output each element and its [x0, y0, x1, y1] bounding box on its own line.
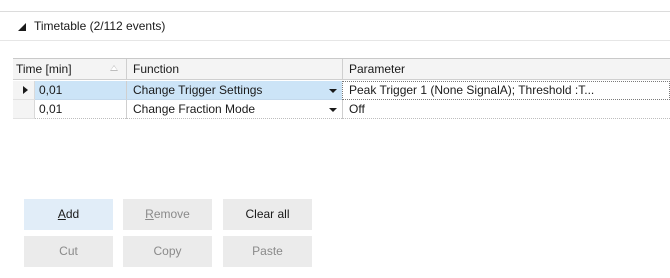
- dropdown-arrow-icon[interactable]: [329, 108, 337, 112]
- column-header-parameter[interactable]: Parameter: [342, 59, 670, 79]
- row-selector[interactable]: [13, 81, 35, 100]
- cut-button[interactable]: Cut: [24, 236, 113, 267]
- remove-button-mnemonic: R: [145, 207, 154, 221]
- parameter-cell[interactable]: Peak Trigger 1 (None SignalA); Threshold…: [342, 81, 670, 100]
- add-button[interactable]: Add: [24, 199, 113, 230]
- grid-header: Time [min] Function Parameter: [13, 59, 670, 80]
- timetable-section-title: Timetable (2/112 events): [34, 19, 166, 33]
- collapse-triangle-icon[interactable]: [18, 22, 26, 31]
- timetable-grid[interactable]: Time [min] Function Parameter 0,01 Chang…: [13, 58, 670, 136]
- paste-button[interactable]: Paste: [223, 236, 312, 267]
- column-header-parameter-label: Parameter: [349, 62, 406, 76]
- timetable-section-header[interactable]: Timetable (2/112 events): [0, 11, 670, 41]
- time-cell[interactable]: 0,01: [35, 100, 126, 119]
- current-row-arrow-icon: [23, 86, 28, 94]
- add-button-label: dd: [65, 207, 80, 221]
- dropdown-arrow-icon[interactable]: [329, 89, 337, 93]
- table-row[interactable]: 0,01 Change Trigger Settings Peak Trigge…: [13, 81, 670, 100]
- function-cell[interactable]: Change Fraction Mode: [126, 100, 342, 119]
- copy-button[interactable]: Copy: [123, 236, 212, 267]
- remove-button-label: emove: [153, 207, 190, 221]
- row-selector[interactable]: [13, 100, 35, 119]
- time-cell[interactable]: 0,01: [35, 81, 126, 100]
- column-header-time-label: Time [min]: [16, 62, 72, 76]
- column-header-function-label: Function: [133, 62, 180, 76]
- table-row[interactable]: 0,01 Change Fraction Mode Off: [13, 100, 670, 119]
- function-cell-value: Change Trigger Settings: [133, 83, 263, 97]
- remove-button[interactable]: Remove: [123, 199, 212, 230]
- sort-ascending-icon: [110, 65, 118, 71]
- function-cell-value: Change Fraction Mode: [133, 102, 256, 116]
- clear-all-button[interactable]: Clear all: [223, 199, 312, 230]
- parameter-cell[interactable]: Off: [342, 100, 670, 119]
- add-button-mnemonic: A: [57, 207, 66, 221]
- function-cell[interactable]: Change Trigger Settings: [126, 81, 342, 100]
- column-header-function[interactable]: Function: [126, 59, 342, 79]
